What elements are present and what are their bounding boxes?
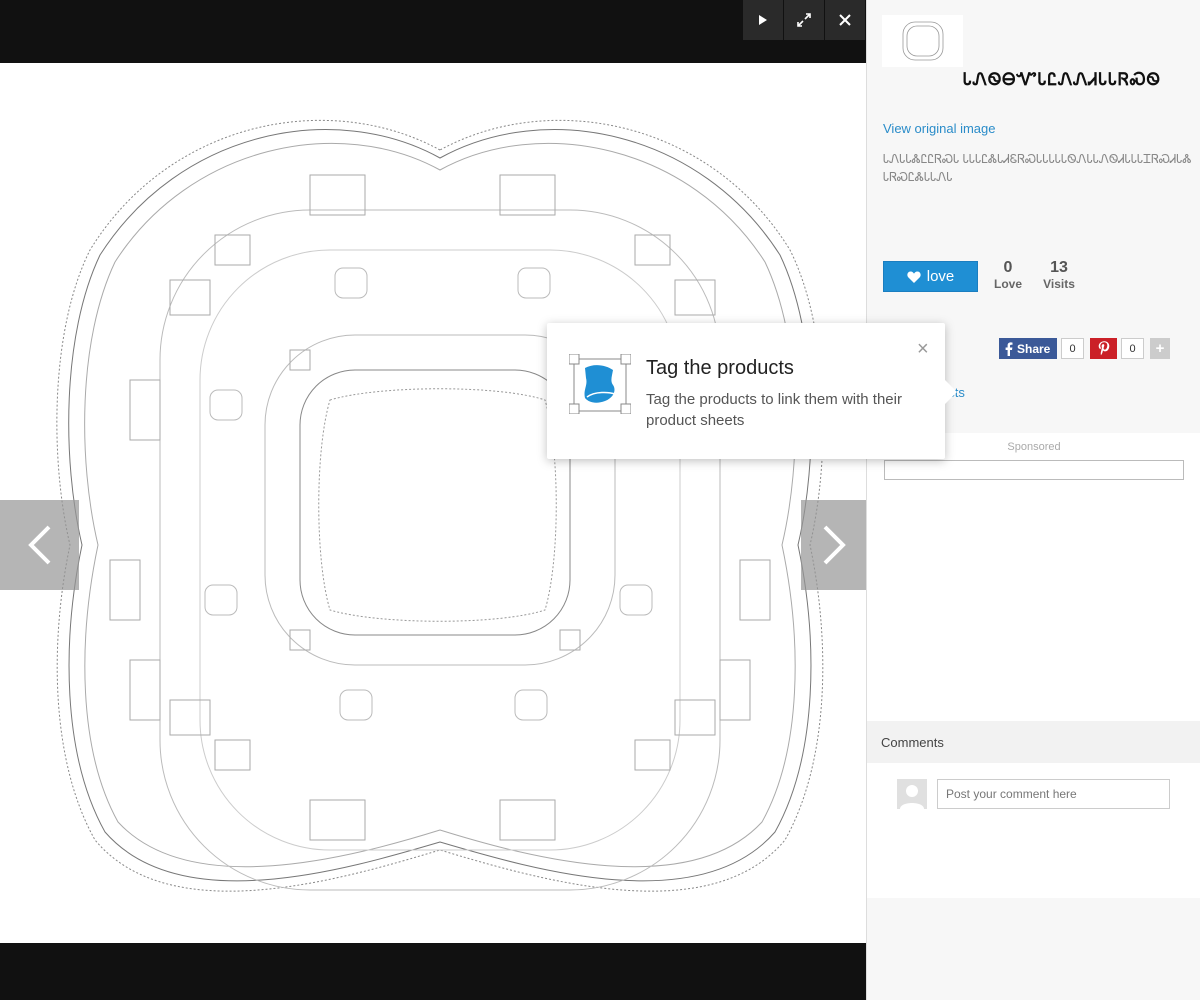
chevron-left-icon	[27, 525, 50, 565]
popover-close-button[interactable]: ×	[917, 339, 929, 359]
facebook-share-button[interactable]: Share	[999, 338, 1057, 359]
popover-text: Tag the products to link them with their…	[646, 391, 902, 429]
pinterest-button[interactable]	[1090, 338, 1117, 359]
visits-label: Visits	[1043, 277, 1075, 291]
comments-header: Comments	[867, 721, 1200, 763]
image-title: ᏓᏁᏫᎾᏉᏓᏝᏁᏁᏗᏓᏓᏒᏍᏫ	[963, 70, 1161, 89]
play-icon	[759, 15, 767, 25]
previous-image-button[interactable]	[0, 500, 79, 590]
fullscreen-button[interactable]	[784, 0, 824, 40]
floor-plan-image	[56, 119, 824, 892]
image-viewer	[0, 0, 866, 1000]
more-share-button[interactable]: +	[1150, 338, 1170, 359]
close-icon	[839, 14, 851, 26]
love-stat: 0 Love	[993, 259, 1023, 291]
facebook-share-label: Share	[1017, 341, 1051, 356]
popover-arrow	[943, 378, 957, 406]
ad-banner[interactable]	[884, 460, 1184, 480]
expand-icon	[797, 13, 811, 27]
love-button-label: love	[926, 268, 955, 285]
slideshow-play-button[interactable]	[743, 0, 783, 40]
heart-icon	[907, 271, 921, 283]
next-image-button[interactable]	[801, 500, 866, 590]
viewer-bottom-bar	[0, 943, 866, 1000]
view-original-link[interactable]: View original image	[883, 121, 996, 136]
chevron-right-icon	[823, 525, 846, 565]
visits-count: 13	[1050, 259, 1068, 276]
comment-input[interactable]	[937, 779, 1170, 809]
close-viewer-button[interactable]	[825, 0, 865, 40]
comments-title: Comments	[881, 734, 944, 750]
image-thumbnail[interactable]	[882, 15, 963, 67]
popover-title: Tag the products	[646, 357, 794, 379]
sponsored-section: Sponsored	[867, 433, 1200, 721]
facebook-icon	[1005, 341, 1013, 356]
love-stat-label: Love	[993, 277, 1022, 291]
tag-chair-icon	[568, 353, 632, 415]
pinterest-icon	[1098, 341, 1109, 356]
pinterest-count: 0	[1121, 338, 1144, 359]
image-description: ᏓᏁᏓᏓᏜᏝᏝᏒᏍᏓ ᏓᏓᏓᏝᏜᏓᏗᏋᏒᏍᏓᏓᏓᏓᏓᏫᏁᏓᏓᏁᏫᏗᏓᏓᏓᏆᏒᏍᏗ…	[883, 152, 1192, 184]
viewer-top-bar	[0, 0, 866, 63]
user-icon	[900, 785, 924, 809]
facebook-share-count: 0	[1061, 338, 1084, 359]
tag-products-popover: × Tag the products Tag the products to l…	[547, 323, 957, 459]
love-count: 0	[1003, 259, 1013, 276]
visits-stat: 13 Visits	[1039, 259, 1079, 291]
love-button[interactable]: love	[883, 261, 978, 292]
image-stage	[0, 63, 866, 943]
comments-section	[867, 763, 1200, 898]
details-sidebar: ᏓᏁᏫᎾᏉᏓᏝᏁᏁᏗᏓᏓᏒᏍᏫ View original image ᏓᏁᏓᏓ…	[866, 0, 1200, 1000]
avatar	[897, 779, 927, 809]
